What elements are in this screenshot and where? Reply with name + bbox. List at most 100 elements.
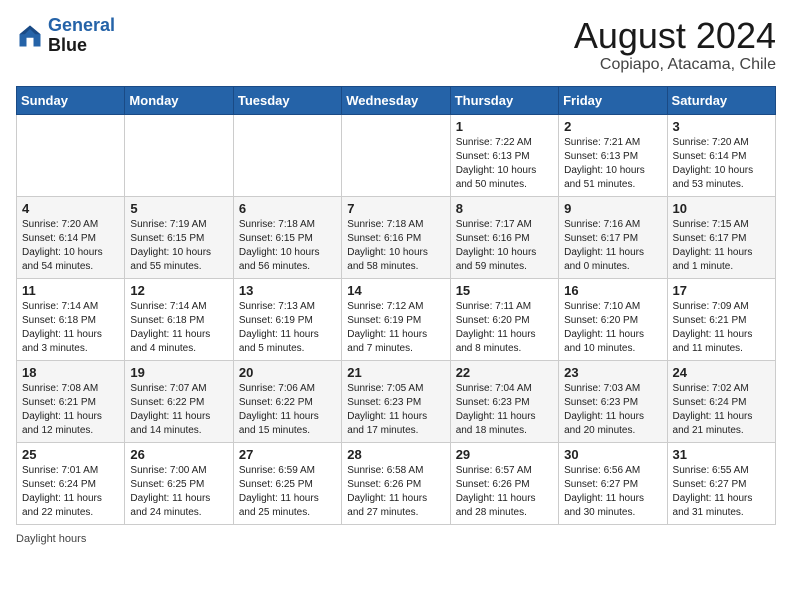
- page-header: General Blue August 2024 Copiapo, Atacam…: [16, 16, 776, 74]
- day-number: 3: [673, 119, 770, 134]
- day-number: 4: [22, 201, 119, 216]
- calendar-cell: 12 Sunrise: 7:14 AM Sunset: 6:18 PM Dayli…: [125, 278, 233, 360]
- day-number: 26: [130, 447, 227, 462]
- day-number: 27: [239, 447, 336, 462]
- footer: Daylight hours: [16, 533, 776, 545]
- day-number: 20: [239, 365, 336, 380]
- calendar-cell: 30 Sunrise: 6:56 AM Sunset: 6:27 PM Dayli…: [559, 442, 667, 524]
- weekday-header-monday: Monday: [125, 86, 233, 114]
- daylight-hours-label: Daylight hours: [16, 533, 86, 545]
- calendar-cell: 1 Sunrise: 7:22 AM Sunset: 6:13 PM Daylig…: [450, 114, 558, 196]
- calendar-cell: 28Sunrise: 6:58 AM Sunset: 6:26 PM Dayli…: [342, 442, 450, 524]
- day-info: Sunrise: 7:04 AM Sunset: 6:23 PM Dayligh…: [456, 382, 553, 438]
- day-number: 1: [456, 119, 553, 134]
- weekday-header-tuesday: Tuesday: [233, 86, 341, 114]
- calendar-cell: 2 Sunrise: 7:21 AM Sunset: 6:13 PM Daylig…: [559, 114, 667, 196]
- calendar-cell: 27 Sunrise: 6:59 AM Sunset: 6:25 PM Dayli…: [233, 442, 341, 524]
- day-info: Sunrise: 6:57 AM Sunset: 6:26 PM Dayligh…: [456, 464, 553, 520]
- day-number: 17: [673, 283, 770, 298]
- calendar-cell: 9Sunrise: 7:16 AM Sunset: 6:17 PM Daylig…: [559, 196, 667, 278]
- calendar-cell: [17, 114, 125, 196]
- day-info: Sunrise: 7:12 AM Sunset: 6:19 PM Dayligh…: [347, 300, 444, 356]
- calendar-cell: 21 Sunrise: 7:05 AM Sunset: 6:23 PM Dayli…: [342, 360, 450, 442]
- day-number: 21: [347, 365, 444, 380]
- calendar-cell: 4 Sunrise: 7:20 AM Sunset: 6:14 PM Daylig…: [17, 196, 125, 278]
- day-info: Sunrise: 7:05 AM Sunset: 6:23 PM Dayligh…: [347, 382, 444, 438]
- calendar-cell: 29 Sunrise: 6:57 AM Sunset: 6:26 PM Dayli…: [450, 442, 558, 524]
- calendar-cell: 17 Sunrise: 7:09 AM Sunset: 6:21 PM Dayli…: [667, 278, 775, 360]
- day-number: 24: [673, 365, 770, 380]
- calendar-cell: 19Sunrise: 7:07 AM Sunset: 6:22 PM Dayli…: [125, 360, 233, 442]
- day-info: Sunrise: 7:19 AM Sunset: 6:15 PM Dayligh…: [130, 218, 227, 274]
- calendar-cell: 11 Sunrise: 7:14 AM Sunset: 6:18 PM Dayli…: [17, 278, 125, 360]
- day-number: 2: [564, 119, 661, 134]
- day-info: Sunrise: 7:17 AM Sunset: 6:16 PM Dayligh…: [456, 218, 553, 274]
- day-info: Sunrise: 7:09 AM Sunset: 6:21 PM Dayligh…: [673, 300, 770, 356]
- day-info: Sunrise: 7:18 AM Sunset: 6:16 PM Dayligh…: [347, 218, 444, 274]
- calendar-cell: 23 Sunrise: 7:03 AM Sunset: 6:23 PM Dayli…: [559, 360, 667, 442]
- day-number: 12: [130, 283, 227, 298]
- calendar-week-1: 1 Sunrise: 7:22 AM Sunset: 6:13 PM Daylig…: [17, 114, 776, 196]
- day-info: Sunrise: 7:18 AM Sunset: 6:15 PM Dayligh…: [239, 218, 336, 274]
- weekday-header-sunday: Sunday: [17, 86, 125, 114]
- calendar-cell: [342, 114, 450, 196]
- calendar-week-5: 25 Sunrise: 7:01 AM Sunset: 6:24 PM Dayli…: [17, 442, 776, 524]
- day-number: 22: [456, 365, 553, 380]
- calendar-cell: 7 Sunrise: 7:18 AM Sunset: 6:16 PM Daylig…: [342, 196, 450, 278]
- calendar-cell: 18 Sunrise: 7:08 AM Sunset: 6:21 PM Dayli…: [17, 360, 125, 442]
- calendar-cell: 8 Sunrise: 7:17 AM Sunset: 6:16 PM Daylig…: [450, 196, 558, 278]
- day-number: 29: [456, 447, 553, 462]
- day-info: Sunrise: 7:00 AM Sunset: 6:25 PM Dayligh…: [130, 464, 227, 520]
- weekday-header-wednesday: Wednesday: [342, 86, 450, 114]
- calendar-cell: 20 Sunrise: 7:06 AM Sunset: 6:22 PM Dayli…: [233, 360, 341, 442]
- calendar-week-2: 4 Sunrise: 7:20 AM Sunset: 6:14 PM Daylig…: [17, 196, 776, 278]
- day-number: 9: [564, 201, 661, 216]
- calendar-subtitle: Copiapo, Atacama, Chile: [574, 56, 776, 74]
- day-number: 23: [564, 365, 661, 380]
- day-number: 6: [239, 201, 336, 216]
- day-info: Sunrise: 7:03 AM Sunset: 6:23 PM Dayligh…: [564, 382, 661, 438]
- calendar-cell: 3Sunrise: 7:20 AM Sunset: 6:14 PM Daylig…: [667, 114, 775, 196]
- weekday-header-friday: Friday: [559, 86, 667, 114]
- calendar-cell: 31Sunrise: 6:55 AM Sunset: 6:27 PM Dayli…: [667, 442, 775, 524]
- day-number: 7: [347, 201, 444, 216]
- day-number: 15: [456, 283, 553, 298]
- day-info: Sunrise: 7:14 AM Sunset: 6:18 PM Dayligh…: [130, 300, 227, 356]
- day-number: 18: [22, 365, 119, 380]
- logo: General Blue: [16, 16, 115, 56]
- day-info: Sunrise: 7:06 AM Sunset: 6:22 PM Dayligh…: [239, 382, 336, 438]
- day-info: Sunrise: 7:13 AM Sunset: 6:19 PM Dayligh…: [239, 300, 336, 356]
- logo-icon: [16, 22, 44, 50]
- day-info: Sunrise: 7:08 AM Sunset: 6:21 PM Dayligh…: [22, 382, 119, 438]
- calendar-cell: [233, 114, 341, 196]
- calendar-header-row: SundayMondayTuesdayWednesdayThursdayFrid…: [17, 86, 776, 114]
- calendar-week-3: 11 Sunrise: 7:14 AM Sunset: 6:18 PM Dayli…: [17, 278, 776, 360]
- calendar-table: SundayMondayTuesdayWednesdayThursdayFrid…: [16, 86, 776, 525]
- day-number: 25: [22, 447, 119, 462]
- day-info: Sunrise: 6:56 AM Sunset: 6:27 PM Dayligh…: [564, 464, 661, 520]
- day-number: 8: [456, 201, 553, 216]
- day-number: 30: [564, 447, 661, 462]
- calendar-week-4: 18 Sunrise: 7:08 AM Sunset: 6:21 PM Dayli…: [17, 360, 776, 442]
- day-info: Sunrise: 7:14 AM Sunset: 6:18 PM Dayligh…: [22, 300, 119, 356]
- calendar-cell: 13 Sunrise: 7:13 AM Sunset: 6:19 PM Dayli…: [233, 278, 341, 360]
- day-number: 13: [239, 283, 336, 298]
- day-info: Sunrise: 7:22 AM Sunset: 6:13 PM Dayligh…: [456, 136, 553, 192]
- calendar-cell: 26 Sunrise: 7:00 AM Sunset: 6:25 PM Dayli…: [125, 442, 233, 524]
- day-info: Sunrise: 6:59 AM Sunset: 6:25 PM Dayligh…: [239, 464, 336, 520]
- calendar-cell: 15 Sunrise: 7:11 AM Sunset: 6:20 PM Dayli…: [450, 278, 558, 360]
- calendar-cell: [125, 114, 233, 196]
- calendar-cell: 22 Sunrise: 7:04 AM Sunset: 6:23 PM Dayli…: [450, 360, 558, 442]
- day-number: 5: [130, 201, 227, 216]
- day-number: 11: [22, 283, 119, 298]
- day-info: Sunrise: 7:20 AM Sunset: 6:14 PM Dayligh…: [22, 218, 119, 274]
- day-info: Sunrise: 6:58 AM Sunset: 6:26 PM Dayligh…: [347, 464, 444, 520]
- day-number: 31: [673, 447, 770, 462]
- day-info: Sunrise: 7:21 AM Sunset: 6:13 PM Dayligh…: [564, 136, 661, 192]
- day-info: Sunrise: 7:11 AM Sunset: 6:20 PM Dayligh…: [456, 300, 553, 356]
- day-info: Sunrise: 7:02 AM Sunset: 6:24 PM Dayligh…: [673, 382, 770, 438]
- calendar-cell: 24 Sunrise: 7:02 AM Sunset: 6:24 PM Dayli…: [667, 360, 775, 442]
- logo-text: General Blue: [48, 16, 115, 56]
- calendar-title: August 2024: [574, 16, 776, 56]
- day-info: Sunrise: 7:01 AM Sunset: 6:24 PM Dayligh…: [22, 464, 119, 520]
